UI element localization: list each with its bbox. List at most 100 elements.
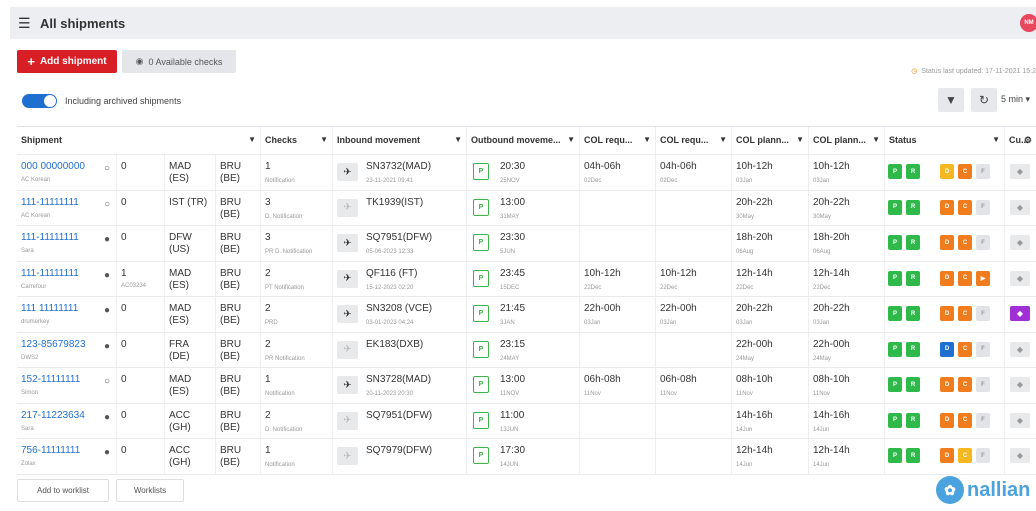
comment-icon[interactable]: ● bbox=[104, 341, 110, 352]
pickup-badge[interactable]: P bbox=[473, 376, 489, 393]
status-badge[interactable]: P bbox=[888, 377, 902, 392]
refresh-button[interactable]: ↻ bbox=[971, 88, 997, 112]
table-row[interactable]: 123-85679823 DWS2 ● 0 FRA (DE) BRU (BE) 2 PR Noti… bbox=[17, 332, 1036, 368]
tag-icon[interactable]: ◆ bbox=[1010, 235, 1030, 250]
archived-toggle[interactable] bbox=[22, 94, 57, 108]
status-badge[interactable]: D bbox=[940, 199, 954, 215]
filter-icon[interactable]: ▼ bbox=[454, 135, 462, 144]
comment-icon[interactable]: ● bbox=[104, 270, 110, 281]
refresh-interval-select[interactable]: 5 min ▾ bbox=[1001, 94, 1030, 105]
gear-icon[interactable]: ⚙ bbox=[1024, 135, 1032, 146]
column-header[interactable] bbox=[165, 127, 216, 154]
tag-icon[interactable]: ◆ bbox=[1010, 270, 1030, 286]
pickup-badge[interactable]: P bbox=[473, 411, 489, 429]
comment-outline-icon[interactable]: ○ bbox=[104, 199, 110, 210]
tag-icon[interactable]: ◆ bbox=[1010, 164, 1030, 179]
status-badge[interactable]: F bbox=[976, 448, 990, 463]
plane-icon[interactable]: ✈ bbox=[337, 340, 358, 359]
plane-icon[interactable]: ✈ bbox=[337, 447, 358, 465]
status-badge[interactable]: C bbox=[958, 199, 972, 215]
pickup-badge[interactable]: P bbox=[473, 340, 489, 358]
pickup-badge[interactable]: P bbox=[473, 269, 489, 287]
status-badge[interactable]: P bbox=[888, 412, 902, 428]
plane-icon[interactable]: ✈ bbox=[337, 198, 358, 217]
tag-icon[interactable]: ◆ bbox=[1010, 199, 1030, 215]
tag-icon[interactable]: ◆ bbox=[1010, 412, 1030, 428]
status-badge[interactable]: F bbox=[976, 341, 990, 357]
status-badge[interactable]: C bbox=[958, 164, 972, 179]
status-badge[interactable]: D bbox=[940, 235, 954, 250]
column-header[interactable] bbox=[117, 127, 165, 154]
column-header[interactable]: Cu... ⚙ bbox=[1005, 127, 1036, 154]
plane-icon[interactable]: ✈ bbox=[337, 411, 358, 430]
table-row[interactable]: 000 00000000 AC Korean ○ 0 MAD (ES) BRU (BE) 1 No… bbox=[17, 155, 1036, 191]
worklists-button[interactable]: Worklists bbox=[116, 479, 184, 502]
status-badge[interactable]: R bbox=[906, 199, 920, 215]
plane-icon[interactable]: ✈ bbox=[337, 269, 358, 288]
column-header[interactable]: Inbound movement ▼ bbox=[333, 127, 467, 154]
table-row[interactable]: 111-11111111 Sara ● 0 DFW (US) BRU (BE) 3 PR D. N… bbox=[17, 226, 1036, 262]
table-row[interactable]: 217-11223634 Sara ● 0 ACC (GH) BRU (BE) 2 D. Noti… bbox=[17, 403, 1036, 439]
shipment-id-link[interactable]: 111-11111111 bbox=[21, 268, 112, 279]
status-badge[interactable]: R bbox=[906, 235, 920, 250]
filter-icon[interactable]: ▼ bbox=[248, 135, 256, 144]
status-badge[interactable]: R bbox=[906, 164, 920, 179]
shipment-id-link[interactable]: 000 00000000 bbox=[21, 161, 112, 172]
status-badge[interactable]: F bbox=[976, 164, 990, 179]
table-row[interactable]: 111 11111111 drumerkey ● 0 MAD (ES) BRU (BE) 2 PR… bbox=[17, 297, 1036, 333]
filter-icon[interactable]: ▼ bbox=[567, 135, 575, 144]
tag-icon[interactable]: ◆ bbox=[1010, 341, 1030, 357]
status-badge[interactable]: D bbox=[940, 164, 954, 179]
table-row[interactable]: 111-11111111 AC Korean ○ 0 IST (TR) BRU (BE) 3 D… bbox=[17, 190, 1036, 226]
hamburger-icon[interactable]: ☰ bbox=[18, 15, 34, 32]
filter-icon[interactable]: ▼ bbox=[872, 135, 880, 144]
status-badge[interactable]: ▶ bbox=[976, 270, 990, 286]
status-badge[interactable]: F bbox=[976, 306, 990, 321]
shipment-id-link[interactable]: 217-11223634 bbox=[21, 410, 112, 421]
shipment-id-link[interactable]: 152-11111111 bbox=[21, 374, 112, 385]
comment-icon[interactable]: ● bbox=[104, 305, 110, 316]
status-badge[interactable]: C bbox=[958, 448, 972, 463]
status-badge[interactable]: R bbox=[906, 341, 920, 357]
status-badge[interactable]: D bbox=[940, 412, 954, 428]
filter-icon[interactable]: ▼ bbox=[992, 135, 1000, 144]
comment-outline-icon[interactable]: ○ bbox=[104, 376, 110, 387]
pickup-badge[interactable]: P bbox=[473, 198, 489, 216]
status-badge[interactable]: R bbox=[906, 306, 920, 321]
status-badge[interactable]: F bbox=[976, 199, 990, 215]
column-header[interactable]: Outbound moveme... ▼ bbox=[467, 127, 580, 154]
comment-icon[interactable]: ● bbox=[104, 447, 110, 458]
status-badge[interactable]: P bbox=[888, 448, 902, 463]
status-badge[interactable]: D bbox=[940, 341, 954, 357]
status-badge[interactable]: D bbox=[940, 448, 954, 463]
shipment-id-link[interactable]: 111-11111111 bbox=[21, 197, 112, 208]
shipment-id-link[interactable]: 111 11111111 bbox=[21, 303, 112, 314]
avatar[interactable]: NM bbox=[1020, 14, 1036, 32]
plane-icon[interactable]: ✈ bbox=[337, 163, 358, 181]
status-badge[interactable]: D bbox=[940, 377, 954, 392]
table-row[interactable]: 111-11111111 Carrefour ● 1 AC03234 MAD (ES) BRU… bbox=[17, 261, 1036, 297]
status-badge[interactable]: C bbox=[958, 235, 972, 250]
comment-outline-icon[interactable]: ○ bbox=[104, 163, 110, 174]
comment-icon[interactable]: ● bbox=[104, 412, 110, 423]
pickup-badge[interactable]: P bbox=[473, 305, 489, 322]
column-header[interactable]: COL requ... ▼ bbox=[656, 127, 732, 154]
column-header[interactable]: Shipment bbox=[17, 127, 117, 154]
status-badge[interactable]: C bbox=[958, 341, 972, 357]
column-header[interactable]: COL plann... ▼ bbox=[809, 127, 885, 154]
column-header[interactable]: COL requ... ▼ bbox=[580, 127, 656, 154]
filter-icon[interactable]: ▼ bbox=[719, 135, 727, 144]
status-badge[interactable]: R bbox=[906, 412, 920, 428]
shipment-id-link[interactable]: 123-85679823 bbox=[21, 339, 112, 350]
status-badge[interactable]: P bbox=[888, 306, 902, 321]
status-badge[interactable]: R bbox=[906, 270, 920, 286]
shipment-id-link[interactable]: 756-11111111 bbox=[21, 445, 112, 456]
tag-icon[interactable]: ◆ bbox=[1010, 448, 1030, 463]
status-badge[interactable]: C bbox=[958, 306, 972, 321]
filter-icon[interactable]: ▼ bbox=[796, 135, 804, 144]
status-badge[interactable]: P bbox=[888, 235, 902, 250]
status-badge[interactable]: R bbox=[906, 377, 920, 392]
filter-icon[interactable]: ▼ bbox=[643, 135, 651, 144]
status-badge[interactable]: P bbox=[888, 341, 902, 357]
pickup-badge[interactable]: P bbox=[473, 447, 489, 464]
